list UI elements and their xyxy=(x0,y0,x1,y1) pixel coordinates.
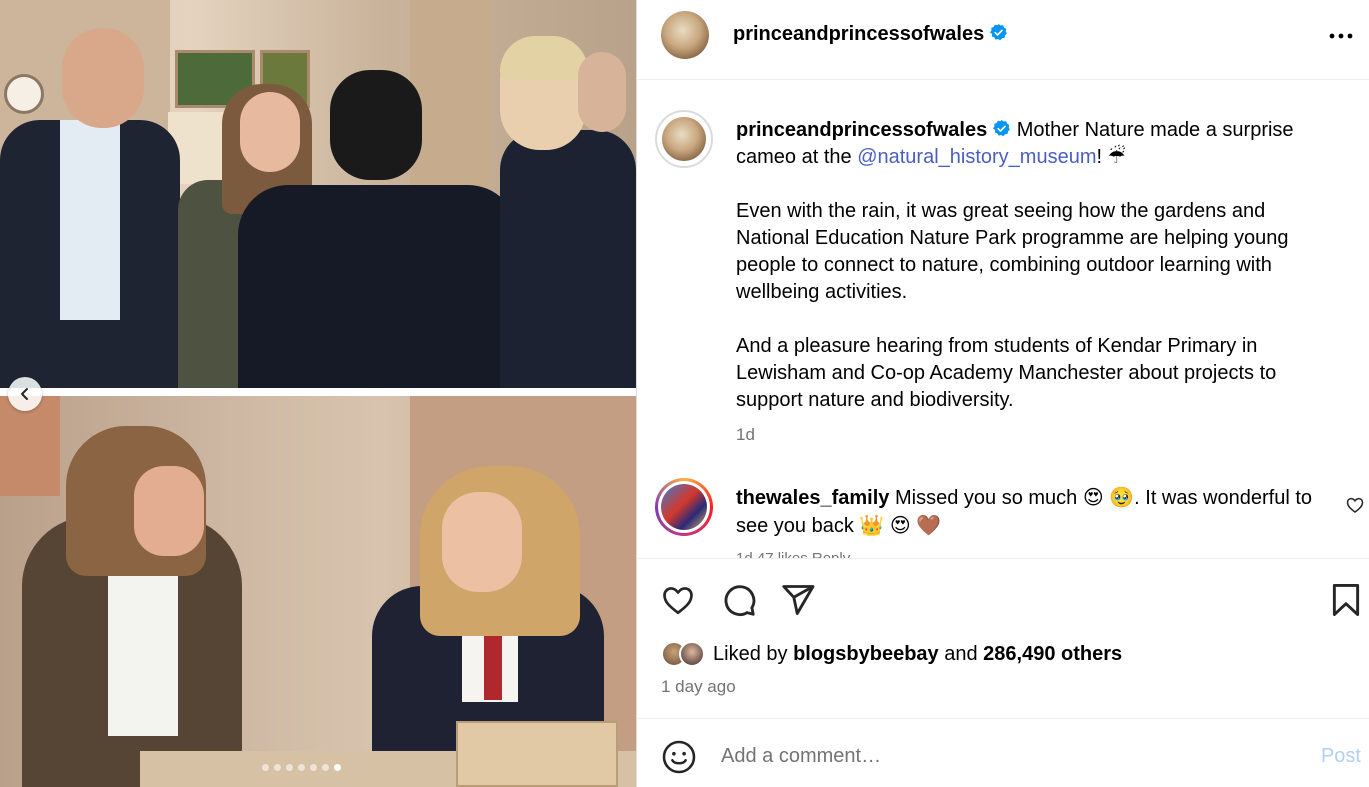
post-caption: princeandprincessofwales Mother Nature m… xyxy=(736,117,1336,441)
caption-paragraph: And a pleasure hearing from students of … xyxy=(736,335,1277,411)
post-header: princeandprincessofwales xyxy=(637,0,1369,80)
emoji-icon[interactable] xyxy=(661,739,697,775)
carousel-dot xyxy=(310,764,317,771)
comment-heart-icon[interactable] xyxy=(1345,495,1365,515)
commenter-avatar-story-ring[interactable] xyxy=(655,478,713,536)
verified-badge-icon xyxy=(993,119,1011,137)
liker-username[interactable]: blogsbybeebay xyxy=(793,643,939,665)
comment-button[interactable] xyxy=(720,581,758,619)
comment-input[interactable] xyxy=(721,739,1281,773)
bookmark-icon xyxy=(1332,583,1360,616)
caption-avatar[interactable] xyxy=(655,110,713,168)
carousel-dot xyxy=(286,764,293,771)
post-media[interactable] xyxy=(0,0,636,787)
likes-count[interactable]: 286,490 others xyxy=(983,643,1122,665)
carousel-dot xyxy=(322,764,329,771)
chevron-left-icon xyxy=(21,388,28,400)
comment-meta: 1d 47 likes Reply xyxy=(736,550,850,558)
comment-username[interactable]: thewales_family xyxy=(736,487,889,509)
author-avatar-image xyxy=(662,117,706,161)
share-button[interactable] xyxy=(779,581,817,619)
more-options-icon xyxy=(1329,33,1353,39)
carousel-prev-button[interactable] xyxy=(8,377,42,411)
comment-icon xyxy=(724,585,756,616)
caption-text-lead-end: ! ☔ xyxy=(1096,146,1126,168)
post-details-panel: princeandprincessofwales princeandprince… xyxy=(637,0,1369,787)
like-button[interactable] xyxy=(659,581,697,619)
comments-scroll-area[interactable]: princeandprincessofwales Mother Nature m… xyxy=(637,80,1369,558)
commenter-avatar xyxy=(661,484,707,530)
carousel-dot xyxy=(298,764,305,771)
caption-mention-link[interactable]: @natural_history_museum xyxy=(857,146,1096,168)
caption-paragraph: Even with the rain, it was great seeing … xyxy=(736,200,1289,303)
carousel-dot xyxy=(262,764,269,771)
caption-timestamp[interactable]: 1d xyxy=(736,425,755,445)
share-icon xyxy=(782,585,815,615)
post-date[interactable]: 1 day ago xyxy=(661,677,736,697)
carousel-dot xyxy=(274,764,281,771)
post-comment-button[interactable]: Post xyxy=(1321,745,1361,768)
comment-item: thewales_family Missed you so much 😍 🥹. … xyxy=(736,484,1326,540)
author-username[interactable]: princeandprincessofwales xyxy=(733,23,1008,46)
add-comment-bar: Post xyxy=(637,718,1369,787)
author-avatar[interactable] xyxy=(661,11,709,59)
likes-summary[interactable]: Liked by blogsbybeebay and 286,490 other… xyxy=(661,641,1122,667)
heart-icon xyxy=(663,587,693,615)
caption-username[interactable]: princeandprincessofwales xyxy=(736,119,987,141)
likes-text: Liked by blogsbybeebay and 286,490 other… xyxy=(713,642,1123,665)
liker-avatar xyxy=(679,641,705,667)
more-options-button[interactable] xyxy=(1327,24,1355,48)
verified-badge-icon xyxy=(990,23,1008,41)
post-photo-bottom xyxy=(0,396,636,787)
post-actions: Liked by blogsbybeebay and 286,490 other… xyxy=(637,558,1369,718)
carousel-indicator xyxy=(262,764,341,771)
post-photo-top xyxy=(0,0,636,388)
save-button[interactable] xyxy=(1327,581,1365,619)
carousel-dot-active xyxy=(334,764,341,771)
